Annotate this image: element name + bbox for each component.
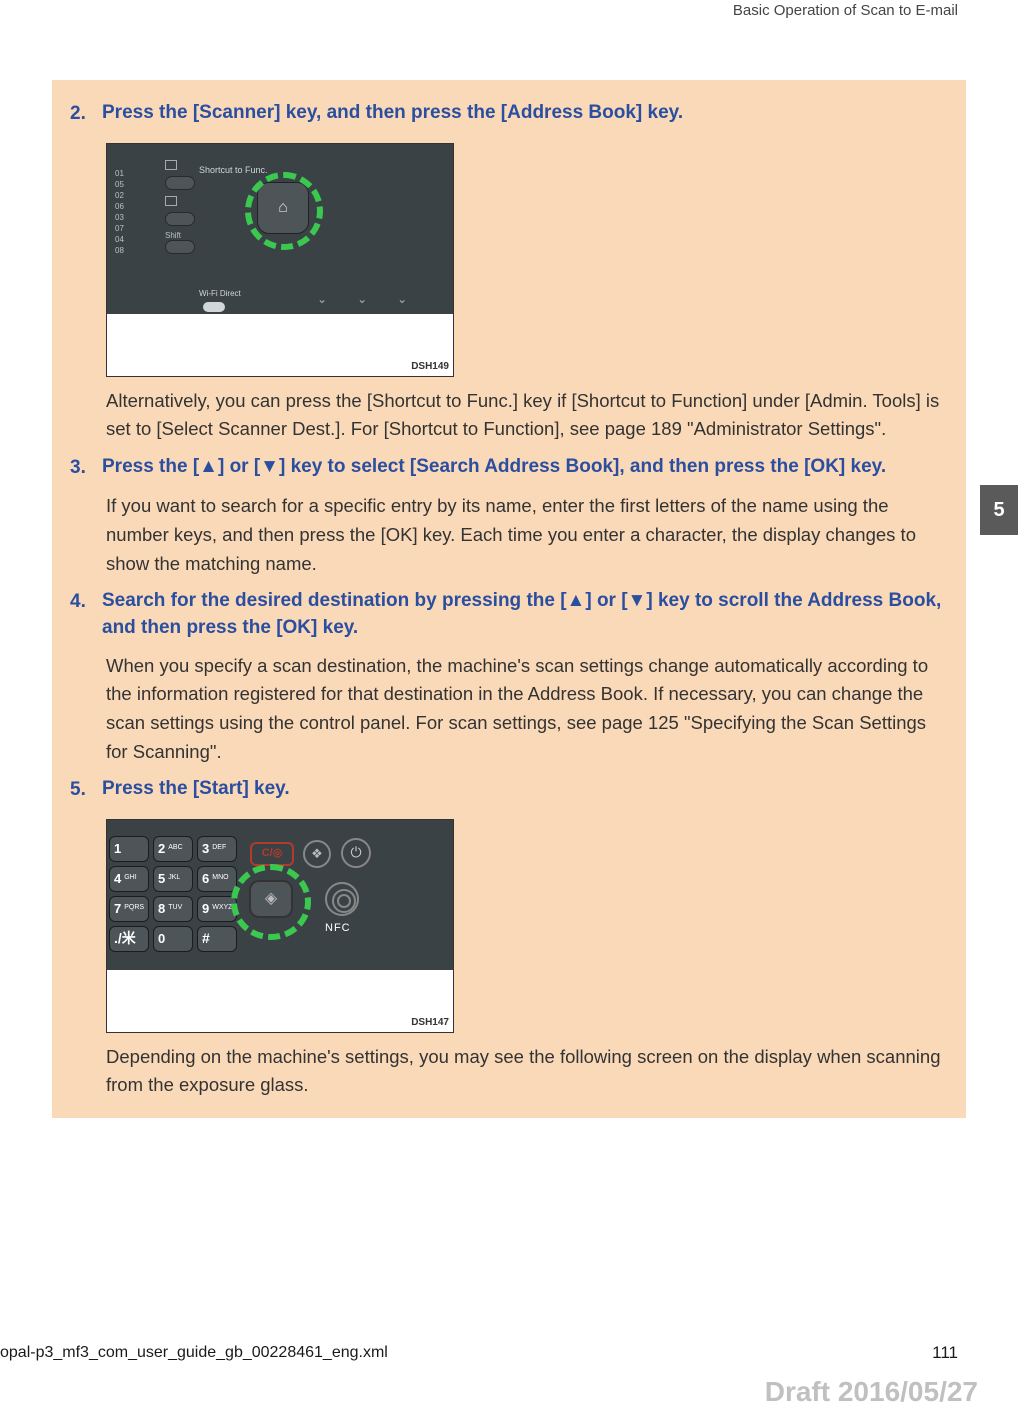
copy-mode-icon [165,160,177,170]
key-3[interactable]: 3DEF [197,836,237,862]
figure-1-id: DSH149 [411,359,449,374]
key-8[interactable]: 8TUV [153,896,193,922]
highlight-ring-icon [231,864,311,940]
page-header-title: Basic Operation of Scan to E-mail [733,0,958,23]
quickdial-08: 08 [115,247,124,255]
highlight-ring-icon [245,172,323,250]
quickdial-01: 01 [115,170,124,178]
step-2-title: Press the [Scanner] key, and then press … [102,100,683,127]
step-3: 3. Press the [▲] or [▼] key to select [S… [70,454,948,579]
key-4[interactable]: 4GHI [109,866,149,892]
key-6[interactable]: 6MNO [197,866,237,892]
step-4-title: Search for the desired destination by pr… [102,588,948,641]
nfc-icon [325,882,359,916]
shortcut-label: Shortcut to Func. [199,164,268,178]
step-2: 2. Press the [Scanner] key, and then pre… [70,100,948,444]
step-4-number: 4. [70,588,92,617]
down-arrow-icon[interactable]: ⌄ [317,290,327,308]
mode-button-1[interactable] [165,176,195,190]
step-5-title: Press the [Start] key. [102,776,290,803]
footer-filename: opal-p3_mf3_com_user_guide_gb_00228461_e… [0,1341,388,1365]
shift-label: Shift [165,232,255,240]
down-arrow-icon[interactable]: ⌄ [397,290,407,308]
wifi-direct-button[interactable] [203,302,225,312]
draft-watermark: Draft 2016/05/27 [765,1371,978,1413]
key-0[interactable]: 0 [153,926,193,952]
footer-page-number: 111 [932,1340,958,1366]
key-hash[interactable]: # [197,926,237,952]
quickdial-06: 06 [115,203,124,211]
key-5[interactable]: 5JKL [153,866,193,892]
figure-start-key: 1 2ABC 3DEF 4GHI 5JKL 6MNO 7PQRS 8TUV 9W… [106,819,454,1033]
key-7[interactable]: 7PQRS [109,896,149,922]
mode-button-2[interactable] [165,212,195,226]
instruction-panel: 2. Press the [Scanner] key, and then pre… [52,80,966,1118]
quickdial-02: 02 [115,192,124,200]
chapter-tab: 5 [980,485,1018,535]
scan-mode-icon [165,196,177,206]
step-4-body: When you specify a scan destination, the… [106,652,948,767]
power-button[interactable]: ⏻ [341,838,371,868]
step-5-number: 5. [70,776,92,805]
quickdial-05: 05 [115,181,124,189]
step-4: 4. Search for the desired destination by… [70,588,948,766]
quickdial-07: 07 [115,225,124,233]
clear-stop-button[interactable]: C/◎ [250,842,294,866]
quickdial-03: 03 [115,214,124,222]
key-star[interactable]: ./米 [109,926,149,952]
key-1[interactable]: 1 [109,836,149,862]
wifi-direct-label: Wi-Fi Direct [199,288,241,300]
step-3-body: If you want to search for a specific ent… [106,492,948,578]
step-3-number: 3. [70,454,92,483]
nfc-label: NFC [325,920,351,937]
numeric-keypad: 1 2ABC 3DEF 4GHI 5JKL 6MNO 7PQRS 8TUV 9W… [109,836,237,952]
step-5: 5. Press the [Start] key. 1 2ABC 3DEF 4G… [70,776,948,1100]
figure-2-id: DSH147 [411,1015,449,1030]
key-2[interactable]: 2ABC [153,836,193,862]
figure-scanner-panel: 01 05 02 06 03 07 04 08 Shift [106,143,454,377]
step-2-number: 2. [70,100,92,129]
down-arrow-icon[interactable]: ⌄ [357,290,367,308]
step-3-title: Press the [▲] or [▼] key to select [Sear… [102,454,886,481]
step-5-body: Depending on the machine's settings, you… [106,1043,948,1100]
shift-button[interactable] [165,240,195,254]
copy-button[interactable]: ❖ [303,840,331,868]
quickdial-04: 04 [115,236,124,244]
step-2-body: Alternatively, you can press the [Shortc… [106,387,948,444]
